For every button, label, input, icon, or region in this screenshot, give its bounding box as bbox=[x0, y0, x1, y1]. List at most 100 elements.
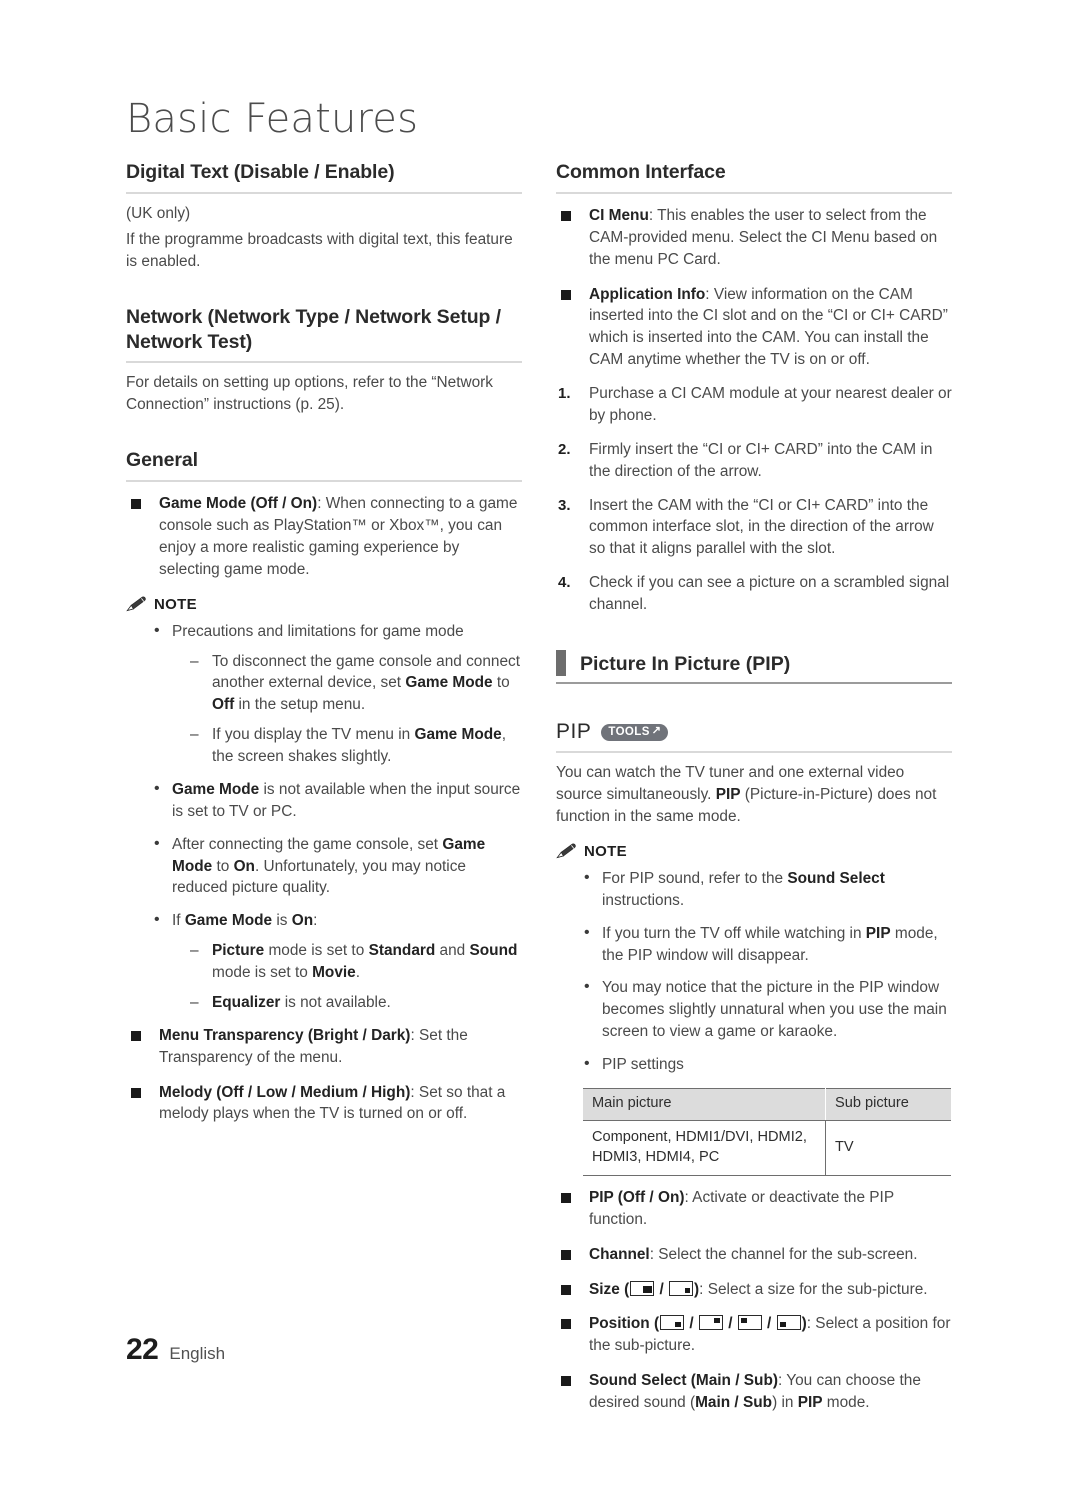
list-item-size: Size ( / ): Select a size for the sub-pi… bbox=[556, 1279, 952, 1301]
note-text: PIP settings bbox=[602, 1056, 684, 1074]
list-item: To disconnect the game console and conne… bbox=[190, 651, 522, 717]
size-large-icon bbox=[630, 1280, 655, 1296]
step-text: Check if you can see a picture on a scra… bbox=[589, 574, 950, 614]
list-item: For PIP sound, refer to the Sound Select… bbox=[581, 867, 952, 912]
list-item: After connecting the game console, set G… bbox=[151, 833, 522, 900]
note-label: NOTE bbox=[584, 842, 627, 860]
general-bullet-list-2: Menu Transparency (Bright / Dark): Set t… bbox=[126, 1025, 522, 1126]
term-game-mode: Game Mode (Off / On) bbox=[159, 495, 318, 513]
tools-badge-label: TOOLS bbox=[608, 725, 650, 738]
step-number: 4. bbox=[558, 574, 571, 592]
section-heading-network: Network (Network Type / Network Setup / … bbox=[126, 305, 522, 364]
left-column: Digital Text (Disable / Enable) (UK only… bbox=[126, 160, 522, 1125]
note-body-pip: For PIP sound, refer to the Sound Select… bbox=[581, 867, 952, 1076]
list-item: PIP settings bbox=[581, 1053, 952, 1076]
pip-subheading: PIP TOOLS ↗ bbox=[556, 720, 952, 754]
term-position: Position bbox=[589, 1315, 650, 1333]
pencil-icon bbox=[556, 844, 576, 859]
page-title: Basic Features bbox=[126, 96, 419, 142]
note-heading-general: NOTE bbox=[126, 596, 522, 613]
term-melody: Melody (Off / Low / Medium / High) bbox=[159, 1083, 411, 1101]
page-language: English bbox=[169, 1344, 226, 1363]
section-heading-picture-in-picture: Picture In Picture (PIP) bbox=[556, 649, 952, 685]
general-bullet-list: Game Mode (Off / On): When connecting to… bbox=[126, 493, 522, 581]
list-item-menu-transparency: Menu Transparency (Bright / Dark): Set t… bbox=[126, 1025, 522, 1069]
pip-intro: You can watch the TV tuner and one exter… bbox=[556, 764, 937, 826]
tools-badge: TOOLS ↗ bbox=[601, 723, 669, 742]
list-item: If you display the TV menu in Game Mode,… bbox=[190, 724, 522, 768]
size-small-icon bbox=[669, 1280, 694, 1296]
list-item: Equalizer is not available. bbox=[190, 992, 522, 1014]
page-footer: 22 English bbox=[126, 1333, 225, 1367]
cell-sub-picture: TV bbox=[825, 1120, 951, 1176]
common-interface-steps: 1. Purchase a CI CAM module at your neare… bbox=[556, 383, 952, 616]
position-bottom-right-icon bbox=[660, 1315, 685, 1331]
table-row: Component, HDMI1/DVI, HDMI2, HDMI3, HDMI… bbox=[583, 1120, 951, 1176]
column-header-main-picture: Main picture bbox=[583, 1087, 826, 1121]
list-item: Picture mode is set to Standard and Soun… bbox=[190, 940, 522, 984]
list-item: 1. Purchase a CI CAM module at your neare… bbox=[556, 383, 952, 427]
page-number: 22 bbox=[126, 1333, 159, 1366]
cell-main-picture: Component, HDMI1/DVI, HDMI2, HDMI3, HDMI… bbox=[583, 1120, 826, 1176]
list-item: 2. Firmly insert the “CI or CI+ CARD” int… bbox=[556, 439, 952, 483]
list-item-game-mode: Game Mode (Off / On): When connecting to… bbox=[126, 493, 522, 581]
digital-text-body: If the programme broadcasts with digital… bbox=[126, 230, 513, 270]
list-item-position: Position ( / / / ): Select a position fo… bbox=[556, 1313, 952, 1357]
manual-page: Basic Features Digital Text (Disable / E… bbox=[0, 0, 1080, 1494]
note-text: Precautions and limitations for game mod… bbox=[172, 622, 464, 640]
position-top-left-icon bbox=[737, 1315, 762, 1331]
term-channel: Channel bbox=[589, 1245, 650, 1263]
list-item: Precautions and limitations for game mod… bbox=[151, 620, 522, 768]
note-heading-pip: NOTE bbox=[556, 843, 952, 860]
list-item: You may notice that the picture in the P… bbox=[581, 976, 952, 1043]
step-text: Purchase a CI CAM module at your nearest… bbox=[589, 385, 952, 424]
tools-arrow-icon: ↗ bbox=[651, 724, 662, 737]
section-heading-general: General bbox=[126, 448, 522, 483]
step-number: 1. bbox=[558, 385, 571, 403]
list-item-channel: Channel: Select the channel for the sub-… bbox=[556, 1244, 952, 1266]
note-label: NOTE bbox=[154, 595, 197, 613]
heading-text: Picture In Picture (PIP) bbox=[580, 652, 791, 675]
step-text: Firmly insert the “CI or CI+ CARD” into … bbox=[589, 440, 933, 480]
term-ci-menu: CI Menu bbox=[589, 206, 649, 224]
note-bullet-list: For PIP sound, refer to the Sound Select… bbox=[581, 867, 952, 1076]
list-item-ci-menu: CI Menu: This enables the user to select… bbox=[556, 205, 952, 271]
step-number: 2. bbox=[558, 440, 571, 458]
list-item-application-info: Application Info: View information on th… bbox=[556, 284, 952, 372]
pip-bullet-list: PIP (Off / On): Activate or deactivate t… bbox=[556, 1187, 952, 1414]
note-body-general: Precautions and limitations for game mod… bbox=[151, 620, 522, 1014]
step-number: 3. bbox=[558, 496, 571, 514]
common-interface-bullet-list: CI Menu: This enables the user to select… bbox=[556, 205, 952, 371]
list-item: If you turn the TV off while watching in… bbox=[581, 922, 952, 967]
note-sub-list: To disconnect the game console and conne… bbox=[190, 651, 522, 768]
term-menu-transparency: Menu Transparency (Bright / Dark) bbox=[159, 1026, 411, 1044]
table-header-row: Main picture Sub picture bbox=[583, 1087, 951, 1121]
text-size: : Select a size for the sub-picture. bbox=[699, 1280, 928, 1298]
digital-text-uk-note: (UK only) bbox=[126, 204, 191, 222]
text-channel: : Select the channel for the sub-screen. bbox=[649, 1245, 918, 1263]
note-sub-list: Picture mode is set to Standard and Soun… bbox=[190, 940, 522, 1014]
list-item: 3. Insert the CAM with the “CI or CI+ CAR… bbox=[556, 495, 952, 561]
right-column: Common Interface CI Menu: This enables t… bbox=[556, 160, 952, 1414]
section-heading-common-interface: Common Interface bbox=[556, 160, 952, 194]
term-application-info: Application Info bbox=[589, 285, 706, 303]
heading-accent-bar bbox=[556, 649, 566, 677]
term-sound-select: Sound Select (Main / Sub) bbox=[589, 1372, 778, 1390]
list-item-sound-select: Sound Select (Main / Sub): You can choos… bbox=[556, 1370, 952, 1414]
position-bottom-left-icon bbox=[776, 1315, 801, 1331]
pip-settings-table: Main picture Sub picture Component, HDMI… bbox=[583, 1087, 951, 1176]
list-item: Game Mode is not available when the inpu… bbox=[151, 778, 522, 823]
step-text: Insert the CAM with the “CI or CI+ CARD”… bbox=[589, 496, 934, 558]
term-pip-on-off: PIP (Off / On) bbox=[589, 1188, 685, 1206]
position-top-right-icon bbox=[698, 1315, 723, 1331]
list-item-pip-on-off: PIP (Off / On): Activate or deactivate t… bbox=[556, 1187, 952, 1231]
column-header-sub-picture: Sub picture bbox=[825, 1087, 951, 1121]
section-heading-digital-text: Digital Text (Disable / Enable) bbox=[126, 160, 522, 194]
note-bullet-list: Precautions and limitations for game mod… bbox=[151, 620, 522, 1014]
list-item: 4. Check if you can see a picture on a sc… bbox=[556, 572, 952, 616]
pip-label: PIP bbox=[556, 720, 592, 744]
list-item: If Game Mode is On: Picture mode is set … bbox=[151, 909, 522, 1014]
pencil-icon bbox=[126, 596, 146, 612]
term-size: Size bbox=[589, 1280, 620, 1298]
network-body: For details on setting up options, refer… bbox=[126, 374, 493, 414]
